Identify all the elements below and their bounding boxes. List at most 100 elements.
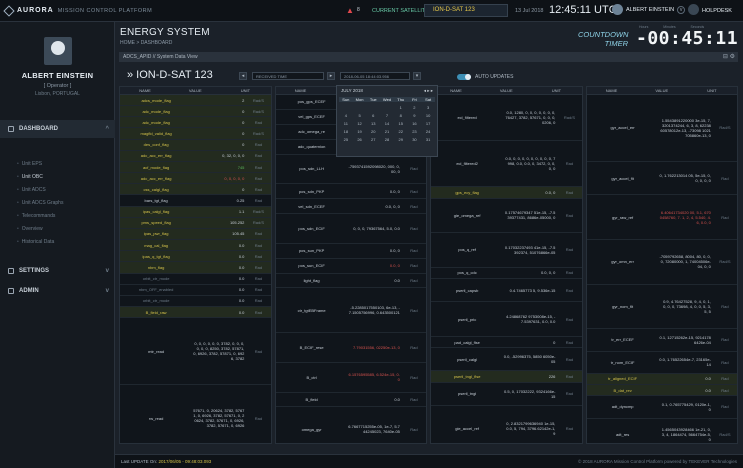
- auto-update-toggle[interactable]: [457, 74, 471, 80]
- calendar-day[interactable]: 22: [394, 129, 408, 134]
- helpdesk-label[interactable]: HOLPDESK: [702, 8, 732, 14]
- calendar-day[interactable]: 2: [408, 105, 422, 110]
- table-row[interactable]: vel_sdn_ECEF 0.0, 0, 0 Rad: [275, 199, 426, 214]
- table-row[interactable]: orbit_ctr_mode 0.0 Rad: [120, 274, 271, 285]
- date-field[interactable]: 2018-06-05 18:44:03.956: [340, 72, 410, 80]
- table-row[interactable]: ipas_calgl_flag 1.1 Rad/S: [120, 206, 271, 218]
- satellite-selector[interactable]: ION-D-SAT 123: [424, 4, 508, 17]
- table-row[interactable]: ecl_filtered 0.0, 1280, 0, 0, 0, 0, 0, 0,…: [431, 95, 582, 142]
- calendar-day[interactable]: 17: [421, 121, 435, 126]
- table-row[interactable]: ctr_tgtEBFrame -5.2285017550103, 6e-13, -…: [275, 288, 426, 333]
- table-row[interactable]: pos_sdn_LLH -7593741592098020, 000, 0, 00…: [275, 155, 426, 185]
- table-row[interactable]: B_ECIF_rese 7.79031556, 02250e-13, 0 Rad: [275, 333, 426, 363]
- table-row[interactable]: gyr_raw_ref 6.40641734020 00, 5.1, 670045…: [586, 195, 737, 241]
- subnav-unit-obc[interactable]: Unit OBC: [0, 171, 115, 184]
- table-row[interactable]: pms_speed_flag 105.252 Rad/S: [120, 217, 271, 229]
- table-row[interactable]: pseril_tngl 0.5, 0, 17032222, 9324166e-15…: [431, 383, 582, 406]
- column-header-name[interactable]: NAME: [120, 87, 170, 94]
- table-row[interactable]: B_ctrl 6.1576595585, 6.524e-15, 0.0 Rad: [275, 363, 426, 393]
- table-row[interactable]: gyr_nom_flt 0.9, 4.76427528, 9, 4, 0, 1, …: [586, 285, 737, 330]
- calendar-day[interactable]: 13: [366, 121, 380, 126]
- column-header-value[interactable]: VALUE: [637, 87, 687, 94]
- table-row[interactable]: ecl_filtered2 0.0, 0, 0, 0, 0, 0, 0, 0, 0…: [431, 141, 582, 188]
- subnav-historical-data[interactable]: Historical Data: [0, 236, 115, 249]
- table-row[interactable]: tr_aligned_ECIF 0.0 Rad: [586, 373, 737, 386]
- subnav-unit-adcs-graphs[interactable]: Unit ADCS Graphs: [0, 197, 115, 210]
- table-row[interactable]: adcs_mode_flag 2 Rad/S: [120, 95, 271, 107]
- calendar-day[interactable]: 1: [394, 105, 408, 110]
- calendar-day[interactable]: 26: [353, 137, 367, 142]
- table-row[interactable]: B_field_raw 0.0 Rad: [120, 306, 271, 319]
- calendar-day[interactable]: 31: [421, 137, 435, 142]
- calendar-day[interactable]: 9: [408, 113, 422, 118]
- table-row[interactable]: des_conf_flag 0 Rad: [120, 139, 271, 151]
- calendar-day[interactable]: 29: [394, 137, 408, 142]
- panel-controls[interactable]: ⊟ ⚙: [723, 53, 735, 60]
- table-row[interactable]: B_field 0.0 Rad: [275, 393, 426, 408]
- next-icon[interactable]: ▸: [327, 72, 335, 80]
- table-row[interactable]: nbm_OFF_enabled 0.0 Rad: [120, 285, 271, 296]
- table-row[interactable]: pos_q_cdc 0.0, 0, 0 Rad: [431, 268, 582, 280]
- chevron-down-icon[interactable]: v: [677, 5, 686, 14]
- prev-icon[interactable]: ◂: [239, 72, 247, 80]
- calendar-day[interactable]: 27: [366, 137, 380, 142]
- table-row[interactable]: rw_read 57671, 0, 20624, 3782, 57671, 0, …: [120, 385, 271, 443]
- table-row[interactable]: adt_res 1.4565043928466 1e-21, 0, 3, 4, 1…: [587, 419, 738, 443]
- date-picker-month[interactable]: JULY 2018: [341, 88, 363, 93]
- date-picker[interactable]: JULY 2018 ◂ ▸ ▸ Sun Mon Tue Wed Thu Fri Sat 1 2 3…: [336, 85, 438, 157]
- calendar-day[interactable]: 8: [394, 113, 408, 118]
- calendar-day[interactable]: 24: [421, 129, 435, 134]
- column-header-name[interactable]: NAME: [587, 87, 637, 94]
- table-row[interactable]: adc_acc_err_flag 0, 32, 0, 0, 0 Rad: [120, 150, 271, 162]
- helpdesk-icon[interactable]: [688, 4, 699, 15]
- table-row[interactable]: pos_q_ref 0.17032237493 41e-15, -7.539237…: [431, 233, 582, 268]
- calendar-icon[interactable]: ▾: [413, 72, 421, 80]
- nav-admin[interactable]: ADMIN v: [0, 282, 115, 300]
- brand-logo[interactable]: AURORA MISSION CONTROL PLATFORM: [0, 4, 200, 17]
- table-row[interactable]: pos_sdn_PKP 0.0, 0 Rad: [275, 184, 426, 200]
- breadcrumb[interactable]: HOME > DASHBOARD: [120, 40, 172, 46]
- calendar-day[interactable]: 23: [408, 129, 422, 134]
- table-row[interactable]: ipas_pwr_flag 105.45 Rad: [120, 228, 271, 241]
- table-row[interactable]: gie_accel_ref 0, 2.8321799636940 1e-15, 0…: [431, 406, 582, 443]
- calendar-day[interactable]: 11: [339, 121, 353, 126]
- table-row[interactable]: pos_sun_ECIF 0.0, 0 Rad: [275, 259, 426, 274]
- user-menu[interactable]: ALBERT EINSTEIN v: [612, 4, 686, 15]
- table-row[interactable]: css_calgl_flag 0 Rad: [120, 184, 271, 196]
- table-row[interactable]: orbit_ctr_mode 0.0 Rad: [120, 296, 271, 307]
- calendar-day[interactable]: 10: [421, 113, 435, 118]
- table-row[interactable]: gyr_omn_err -7059792658, 8004, 80, 0, 0, …: [586, 240, 737, 285]
- table-row[interactable]: adc_acc_err_flag 0, 0, 0, 0, 0 Rad: [120, 173, 271, 185]
- calendar-day[interactable]: 20: [366, 129, 380, 134]
- table-row[interactable]: pos_sdn_ECIF 0, 0, 0, 79367564, 5.0, 0.0 R…: [275, 214, 426, 244]
- column-header-unit[interactable]: UNIT: [687, 87, 737, 94]
- table-row[interactable]: gyr_accel_err 1.5543891220000 3e-15, 7, 3…: [586, 95, 737, 162]
- subnav-telecommands[interactable]: Telecommands: [0, 210, 115, 223]
- date-picker-nav[interactable]: ◂ ▸ ▸: [424, 88, 433, 93]
- table-row[interactable]: light_flag 0.0 Rad: [275, 274, 426, 289]
- table-row[interactable]: nbm_flag 0.0 Rad: [120, 262, 271, 274]
- calendar-day[interactable]: 5: [353, 113, 367, 118]
- table-row[interactable]: gyr_accel_flt 0, 1.762213014 05, 5e-15, 0…: [586, 162, 737, 196]
- table-row[interactable]: gps_ecy_flag 0.0, 0 Rad: [431, 187, 582, 199]
- table-row[interactable]: pseril_pric 4.24868762 9753008e-15, -7.53…: [431, 302, 582, 337]
- table-row[interactable]: pseril_capsb 0.4.7465773 5, 9.536e-15 Rad: [431, 279, 582, 303]
- table-row[interactable]: adc_mode_flag 0 Rad/S: [120, 106, 271, 118]
- time-mode-select[interactable]: RECEIVED TIME: [252, 72, 324, 80]
- subnav-overview[interactable]: Overview: [0, 223, 115, 236]
- table-row[interactable]: mag_cal_flag 0.0 Rad: [120, 240, 271, 252]
- calendar-day[interactable]: 4: [339, 113, 353, 118]
- calendar-day[interactable]: 19: [353, 129, 367, 134]
- table-row[interactable]: mtr_read 0, 0, 0, 0, 0, 0, 3782, 0, 0, 0,…: [120, 318, 271, 386]
- table-row[interactable]: bars_tgt_flag 0.25 Rad: [120, 195, 271, 207]
- table-row[interactable]: gie_omega_ref 0.17574679347 51e-15, -7.53…: [431, 199, 582, 234]
- table-row[interactable]: magfld_valid_flag 0 Rad/S: [120, 128, 271, 140]
- nav-settings[interactable]: SETTINGS v: [0, 262, 115, 280]
- calendar-day[interactable]: 28: [380, 137, 394, 142]
- subnav-unit-eps[interactable]: Unit EPS: [0, 158, 115, 171]
- table-row[interactable]: pad_calgl_flse 0 Rad: [431, 337, 582, 349]
- column-header-unit[interactable]: UNIT: [220, 87, 270, 94]
- calendar-day[interactable]: 15: [394, 121, 408, 126]
- calendar-day[interactable]: 25: [339, 137, 353, 142]
- table-row[interactable]: ipas_q_tgt_flag 0.0 Rad: [120, 251, 271, 263]
